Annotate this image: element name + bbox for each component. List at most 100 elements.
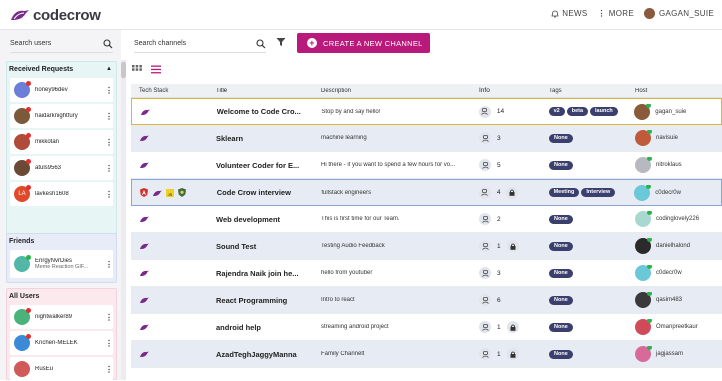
list-item[interactable]: mikkotan ⋮ [10,130,113,154]
list-item[interactable]: honey96dev ⋮ [10,78,113,102]
table-row[interactable]: Web development This is first time for ou… [131,206,722,233]
channel-tags: None [549,241,635,251]
more-options-icon[interactable]: ⋮ [105,260,113,269]
table-row[interactable]: Sound Test Testing Audio Feedback 1 None dan… [131,233,722,260]
friends-section: Friends EnrgyNvrDies Meme Reaction GIF..… [6,233,117,283]
more-options-icon[interactable]: ⋮ [105,112,113,121]
channel-info: 3 [479,267,549,279]
tag-pill[interactable]: Meeting [548,188,580,197]
avatar [635,211,652,227]
user-name: mikkotan [35,139,60,145]
avatar [14,308,31,325]
crow-tech-icon [153,190,162,196]
host-name: c0decr0w [656,270,682,276]
javascript-icon: JS [166,188,174,197]
channel-host[interactable]: jagjassam [635,346,722,362]
more-options-icon[interactable]: ⋮ [105,365,113,374]
friends-title: Friends [9,237,35,245]
more-options-icon[interactable]: ⋮ [105,190,113,199]
filter-icon[interactable] [276,37,286,47]
list-item[interactable]: haidarknightfury ⋮ [10,104,113,128]
collapse-chevron-icon[interactable]: ▲ [106,66,112,72]
channel-host[interactable]: navisuie [635,130,722,146]
grid-view-icon[interactable] [132,65,142,74]
tag-pill[interactable]: Interview [581,188,616,197]
crow-tech-icon [141,109,150,115]
channel-info: 1 [479,240,549,252]
participant-count: 6 [497,296,501,304]
avatar [14,81,31,98]
channel-host[interactable]: nitroklaus [635,157,722,173]
more-options-icon[interactable]: ⋮ [105,164,113,173]
tech-stack-cell [132,108,217,116]
search-channels-input[interactable]: Search channels [134,35,266,53]
list-item[interactable]: nightwalker89 ⋮ [10,305,113,329]
list-item[interactable]: RusEu ⋮ [10,357,113,381]
user-menu[interactable]: GAGAN_SUIE [643,8,714,19]
channel-description: machine learning [321,135,367,141]
user-name: Krichen-MELEK [35,340,78,346]
list-item[interactable]: LA lavkesh1608 ⋮ [10,182,113,206]
create-channel-button[interactable]: + CREATE A NEW CHANNEL [297,33,430,53]
list-item[interactable]: Krichen-MELEK ⋮ [10,331,113,355]
locked-badge [506,186,519,199]
participants-badge [479,240,491,252]
channel-info: 14 [478,105,549,118]
search-icon[interactable] [103,38,113,49]
channel-host[interactable]: gagan_suie [634,103,721,120]
search-users-placeholder: Search users [10,40,52,47]
brand-name: codecrow [33,6,101,24]
channel-title: Welcome to Code Cro... [216,107,301,116]
channel-tags: None [549,322,635,332]
channel-host[interactable]: c0decr0w [634,184,721,201]
list-item[interactable]: EnrgyNvrDies Meme Reaction GIF... ⋮ [10,250,113,278]
table-row[interactable]: Sklearn machine learning 3 None navisuie [131,125,722,152]
channels-panel: Search channels + CREATE A NEW CHANNEL T… [126,30,722,380]
more-options-icon[interactable]: ⋮ [105,339,113,348]
users-panel: Search users Received Requests ▲ honey96… [0,30,121,381]
channel-host[interactable]: Omanpreetkaur [635,319,722,335]
channel-tags: None [549,295,635,305]
tag-pill[interactable]: launch [590,107,618,116]
news-link[interactable]: NEWS [551,9,587,18]
tag-pill[interactable]: None [549,241,573,251]
search-icon[interactable] [256,38,266,49]
search-users-input[interactable]: Search users [10,35,113,53]
channel-host[interactable]: codinglovely226 [635,211,722,227]
table-row[interactable]: AzadTeghJaggyManna Family Channelt 1 None ja… [131,341,722,368]
tag-pill[interactable]: None [549,160,573,170]
table-row[interactable]: Rajendra Naik join he... hello from youtu… [131,260,722,287]
table-row[interactable]: android help streaming android project 1 No… [131,314,722,341]
list-view-icon[interactable] [151,65,161,74]
table-body: Welcome to Code Cro... Stop by and say he… [131,98,722,368]
table-row[interactable]: JS Code Crow interview fullstack engineers… [131,179,722,206]
more-menu[interactable]: ⋮ MORE [597,9,634,18]
tag-pill[interactable]: None [549,349,573,359]
more-options-icon[interactable]: ⋮ [105,86,113,95]
table-row[interactable]: Volunteer Coder for E... Hi there - if yo… [131,152,722,179]
channel-host[interactable]: qasim483 [635,292,722,308]
tag-pill[interactable]: beta [566,107,589,116]
angular-icon [140,188,148,197]
more-options-icon[interactable]: ⋮ [105,138,113,147]
channel-host[interactable]: c0decr0w [635,265,722,281]
tag-pill[interactable]: None [549,268,573,278]
channel-host[interactable]: danielhalond [635,238,722,254]
codecrow-logo[interactable]: codecrow [9,6,101,24]
participant-count: 3 [497,134,501,142]
table-row[interactable]: React Programming Intro to react 6 None qasi… [131,287,722,314]
more-options-icon[interactable]: ⋮ [105,313,113,322]
list-item[interactable]: atuls9563 ⋮ [10,156,113,180]
channel-tags: None [549,160,635,170]
participants-badge [479,213,491,225]
avatar [635,346,652,362]
avatar [635,238,652,254]
table-row[interactable]: Welcome to Code Cro... Stop by and say he… [131,98,722,125]
tag-pill[interactable]: v2 [548,107,565,116]
tag-pill[interactable]: None [549,295,573,305]
avatar: LA [14,185,31,202]
tag-pill[interactable]: None [549,133,573,143]
all-users-section: All Users nightwalker89 ⋮ Krichen-MELEK … [6,288,117,381]
tag-pill[interactable]: None [549,214,573,224]
tag-pill[interactable]: None [549,322,573,332]
